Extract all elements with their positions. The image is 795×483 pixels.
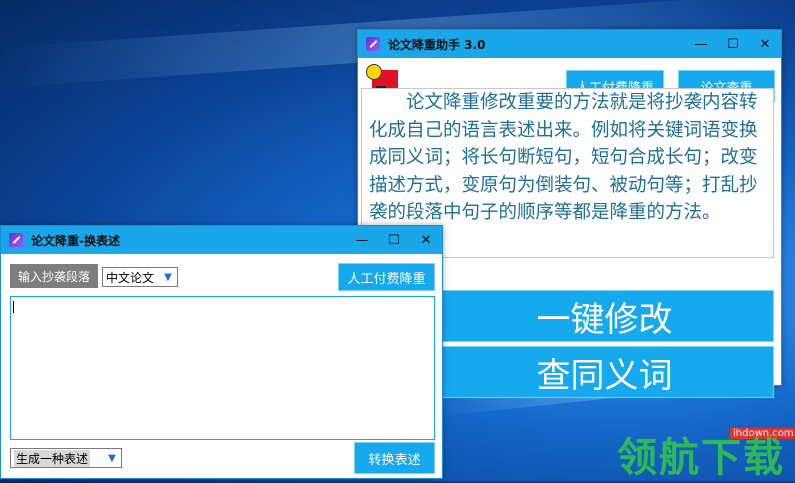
chevron-down-icon: ▼ [164, 271, 172, 283]
watermark-logo: 领航下载 [617, 435, 785, 481]
language-select[interactable]: 中文论文 ▼ [102, 267, 178, 287]
close-icon[interactable]: ✕ [749, 30, 781, 58]
language-select-value: 中文论文 [106, 270, 155, 285]
mode-select[interactable]: 生成一种表述 ▼ [10, 448, 122, 468]
one-click-modify-button[interactable]: 一键修改 [435, 290, 774, 342]
text-caret [13, 301, 14, 313]
synonym-lookup-button[interactable]: 查同义词 [435, 346, 774, 398]
main-titlebar[interactable]: 论文降重助手 3.0 — ☐ ✕ [358, 30, 781, 58]
app-icon [366, 37, 380, 51]
rephrase-titlebar[interactable]: 论文降重-换表述 — ☐ ✕ [1, 226, 442, 254]
rephrase-window: 论文降重-换表述 — ☐ ✕ 输入抄袭段落 中文论文 ▼ 人工付费降重 生成一种… [0, 225, 443, 479]
input-paragraph-tab[interactable]: 输入抄袭段落 [10, 264, 98, 288]
app-icon [9, 233, 23, 247]
maximize-icon[interactable]: ☐ [717, 30, 749, 58]
convert-button[interactable]: 转换表述 [354, 442, 435, 474]
maximize-icon[interactable]: ☐ [378, 226, 410, 254]
paragraph-input[interactable] [10, 296, 435, 440]
chevron-down-icon: ▼ [108, 452, 116, 464]
main-window-title: 论文降重助手 3.0 [388, 37, 486, 52]
close-icon[interactable]: ✕ [410, 226, 442, 254]
minimize-icon[interactable]: — [685, 30, 717, 58]
minimize-icon[interactable]: — [346, 226, 378, 254]
rephrase-window-title: 论文降重-换表述 [31, 233, 120, 248]
manual-reduce-button[interactable]: 人工付费降重 [338, 263, 435, 291]
mode-select-value: 生成一种表述 [14, 449, 91, 467]
